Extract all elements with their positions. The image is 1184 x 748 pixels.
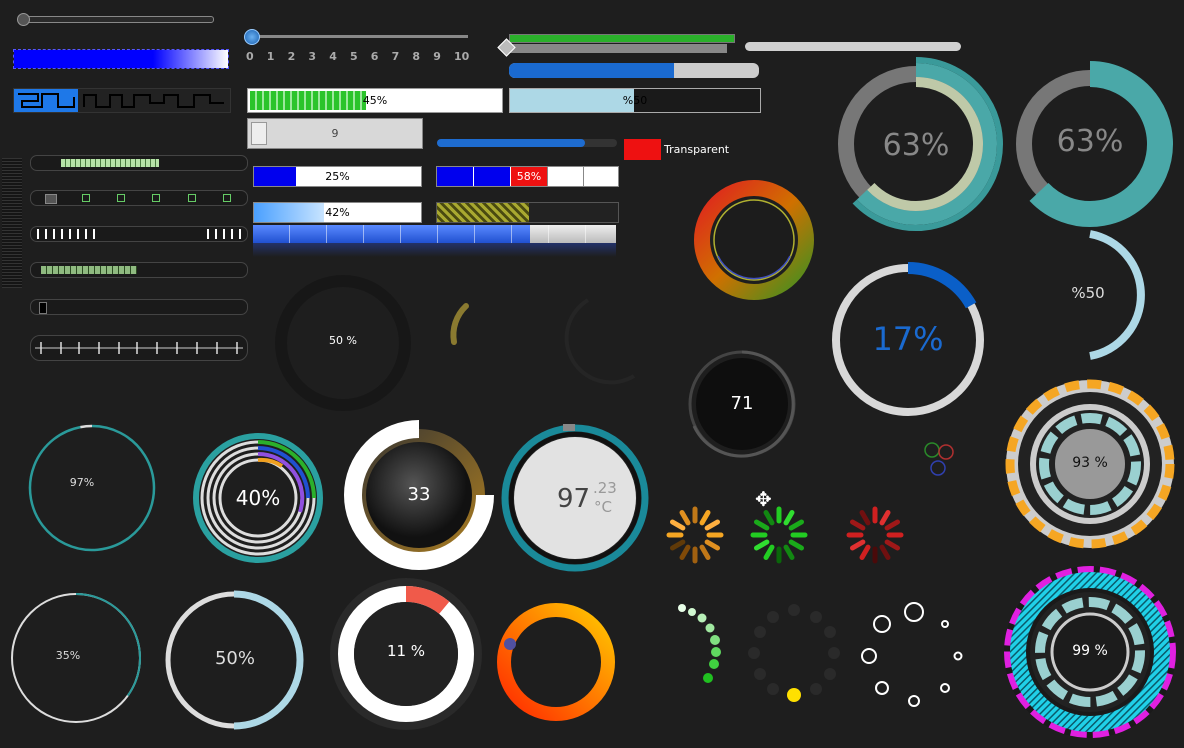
blue-gray-progress [509, 63, 759, 78]
top-slider-track[interactable] [18, 16, 214, 23]
slider-tick-label: 10 [454, 50, 470, 63]
numbered-slider-thumb[interactable] [244, 29, 260, 45]
dot-ring-spinner [748, 604, 840, 702]
slider-tick-labels: 0 1 2 3 4 5 6 7 8 9 10 [246, 50, 476, 64]
ring-11-label: 11 % [386, 642, 426, 660]
gradient-progress-bar [13, 49, 229, 69]
transparent-color-swatch [624, 139, 661, 160]
slider-tick-label: 7 [391, 50, 400, 63]
blue-rounded-progress [437, 139, 617, 147]
green-range-bar [509, 34, 735, 43]
progress-25: 25% [253, 166, 422, 187]
progress-42: 42% [253, 202, 422, 223]
light-blue-progress-label: %50 [622, 94, 648, 107]
numbered-slider-track[interactable] [252, 35, 468, 38]
spinner-orange [666, 506, 724, 564]
knob-71-label: 71 [730, 393, 754, 414]
maze-progress-bar [13, 88, 231, 113]
slider-tick-label: 4 [329, 50, 337, 63]
pill-bar-6 [30, 335, 248, 361]
scrollbar-value-box[interactable]: 9 [247, 118, 423, 149]
ring-97 [28, 424, 156, 552]
ring-97-label: 97% [69, 476, 95, 489]
dial-33-label: 33 [407, 484, 431, 505]
light-blue-progress: %50 [509, 88, 761, 113]
pill-bar-1 [30, 155, 248, 171]
slider-tick-label: 2 [287, 50, 296, 63]
ring-35-label: 35% [55, 649, 81, 662]
orbit-spinner [924, 442, 954, 476]
progress-25-label: 25% [325, 170, 350, 183]
dark-ring-50-label: 50 % [329, 334, 357, 347]
spinner-red [846, 506, 904, 564]
transparent-label: Transparent [664, 143, 730, 156]
temperature-unit: °C [594, 498, 612, 516]
green-progress-label: 45% [362, 94, 388, 107]
scroll-value-label: 9 [331, 127, 339, 140]
half-arc-50-label: %50 [1071, 284, 1105, 302]
slider-tick-label: 1 [266, 50, 275, 63]
temperature-decimal: .23 [593, 479, 617, 497]
progress-58-label: 58% [516, 170, 542, 183]
slider-tick-label: 6 [370, 50, 379, 63]
slider-tick-label: 5 [350, 50, 358, 63]
tech-gauge-99-label: 99 % [1072, 643, 1108, 659]
green-segmented-progress: 45% [247, 88, 503, 113]
rainbow-ring [694, 180, 814, 300]
hatched-progress [436, 202, 619, 223]
pill-bar-2 [30, 190, 248, 206]
ring-35 [11, 593, 141, 723]
slider-tick-label: 8 [412, 50, 421, 63]
multi-ring-40-label: 40% [235, 486, 281, 510]
pill-bar-4 [30, 262, 248, 278]
gauge-63-teal-label: 63% [1056, 124, 1124, 159]
gray-range-bar [509, 44, 727, 53]
dot-arc-spinner [678, 604, 721, 683]
light-gray-bar [745, 42, 961, 51]
glossy-segmented-progress [253, 225, 616, 243]
temperature-main: 97 [557, 484, 591, 514]
hollow-dot-spinner [861, 602, 963, 707]
slider-tick-label: 3 [308, 50, 317, 63]
vertical-ruler [2, 158, 22, 288]
move-cursor-icon: ✥ [755, 487, 772, 511]
ring-50-label: 50% [214, 648, 255, 669]
spinner-arc-dark [564, 298, 636, 385]
fire-ring [497, 603, 615, 721]
pill-bar-5 [30, 299, 248, 315]
top-slider-thumb[interactable] [17, 13, 30, 26]
spinner-arc-olive [450, 303, 469, 345]
slider-tick-label: 0 [246, 50, 254, 63]
slider-tick-label: 9 [433, 50, 441, 63]
pill-bar-3 [30, 226, 248, 242]
gauge-63-layered-label: 63% [882, 128, 950, 163]
tech-gauge-93-label: 93 % [1072, 455, 1108, 471]
ring-17-label: 17% [872, 320, 944, 358]
progress-58-segmented: 58% [436, 166, 619, 187]
glossy-reflection [253, 243, 616, 257]
progress-42-label: 42% [325, 206, 350, 219]
